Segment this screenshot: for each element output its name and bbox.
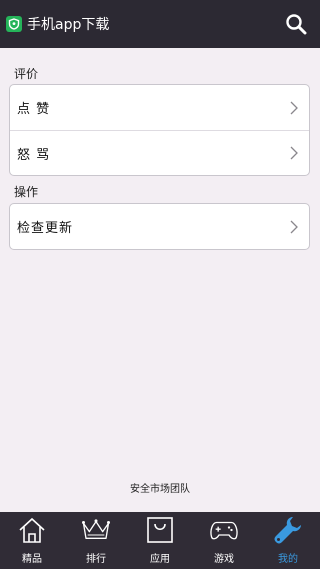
house-icon bbox=[19, 517, 45, 543]
search-icon bbox=[286, 14, 307, 35]
crown-icon bbox=[82, 519, 110, 539]
bottom-tab-bar: 精品 排行 应用 游戏 我的 bbox=[0, 512, 320, 569]
team-credit: 安全市场团队 bbox=[130, 484, 190, 495]
tab-label: 应用 bbox=[150, 554, 170, 565]
app-header: 手机app下载 bbox=[0, 0, 320, 48]
section-label-operations: 操作 bbox=[14, 185, 39, 199]
list-item-check-update[interactable]: 检查更新 bbox=[10, 204, 309, 249]
list-item-label: 检查更新 bbox=[17, 221, 74, 236]
chevron-right-icon bbox=[290, 220, 298, 233]
tab-apps[interactable]: 应用 bbox=[128, 512, 192, 569]
tab-label: 精品 bbox=[22, 554, 42, 565]
list-item-label: 怒 骂 bbox=[17, 147, 51, 163]
gamepad-icon bbox=[210, 521, 238, 540]
list-item-scold[interactable]: 怒 骂 bbox=[10, 130, 309, 175]
wrench-icon bbox=[274, 517, 301, 544]
tab-label: 我的 bbox=[278, 554, 298, 565]
shopping-bag-icon bbox=[147, 517, 173, 543]
tab-label: 游戏 bbox=[214, 554, 234, 565]
tab-games[interactable]: 游戏 bbox=[192, 512, 256, 569]
search-button[interactable] bbox=[284, 12, 308, 36]
rating-card: 点 赞 怒 骂 bbox=[9, 84, 310, 176]
app-title: 手机app下载 bbox=[27, 17, 110, 33]
tab-label: 排行 bbox=[86, 554, 106, 565]
chevron-right-icon bbox=[290, 146, 298, 160]
chevron-right-icon bbox=[290, 101, 298, 114]
list-item-label: 点 赞 bbox=[17, 102, 51, 117]
tab-mine[interactable]: 我的 bbox=[256, 512, 320, 569]
tab-featured[interactable]: 精品 bbox=[0, 512, 64, 569]
shield-icon bbox=[8, 18, 20, 30]
app-logo bbox=[6, 16, 22, 32]
section-label-rating: 评价 bbox=[14, 67, 39, 81]
operations-card: 检查更新 bbox=[9, 203, 310, 250]
list-item-like[interactable]: 点 赞 bbox=[10, 85, 309, 130]
tab-ranking[interactable]: 排行 bbox=[64, 512, 128, 569]
